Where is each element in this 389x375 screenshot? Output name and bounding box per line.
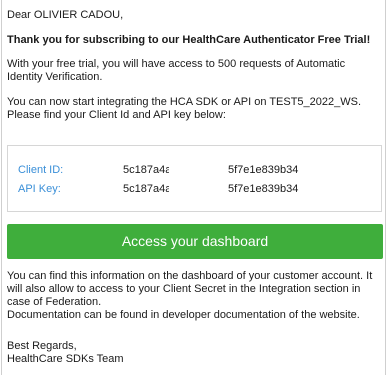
signature: HealthCare SDKs Team	[7, 353, 124, 365]
integrate-text-2: Please find your Client Id and API key b…	[7, 109, 226, 121]
credentials-box: Client ID: 5c187a4a-5d68 5f7e1e839b34 AP…	[7, 145, 382, 212]
api-key-value[interactable]: 5c187a4a-5d68	[123, 183, 169, 195]
access-dashboard-button[interactable]: Access your dashboard	[7, 224, 383, 259]
greeting: Dear OLIVIER CADOU,	[7, 9, 124, 21]
trial-text-1: With your free trial, you will have acce…	[7, 58, 346, 70]
integrate-text-1: You can now start integrating the HCA SD…	[7, 96, 362, 108]
email-frame: Dear OLIVIER CADOU, Thank you for subscr…	[1, 0, 386, 375]
thank-you-heading: Thank you for subscribing to our HealthC…	[7, 34, 371, 46]
api-key-value-suffix[interactable]: 5f7e1e839b34	[228, 183, 298, 195]
info-text-1: You can find this information on the das…	[7, 270, 373, 282]
client-id-label: Client ID:	[18, 164, 64, 176]
client-id-value[interactable]: 5c187a4a-5d68	[123, 164, 169, 176]
info-text-2: will also allow to access to your Client…	[7, 283, 361, 295]
client-id-row: Client ID: 5c187a4a-5d68 5f7e1e839b34	[18, 164, 378, 178]
api-key-label: API Key:	[18, 183, 61, 195]
trial-text-2: Identity Verification.	[7, 71, 103, 83]
info-text-3: case of Federation.	[7, 296, 102, 308]
regards: Best Regards,	[7, 340, 77, 352]
api-key-row: API Key: 5c187a4a-5d68 5f7e1e839b34	[18, 183, 378, 197]
client-id-value-suffix[interactable]: 5f7e1e839b34	[228, 164, 298, 176]
documentation-text: Documentation can be found in developer …	[7, 309, 360, 321]
